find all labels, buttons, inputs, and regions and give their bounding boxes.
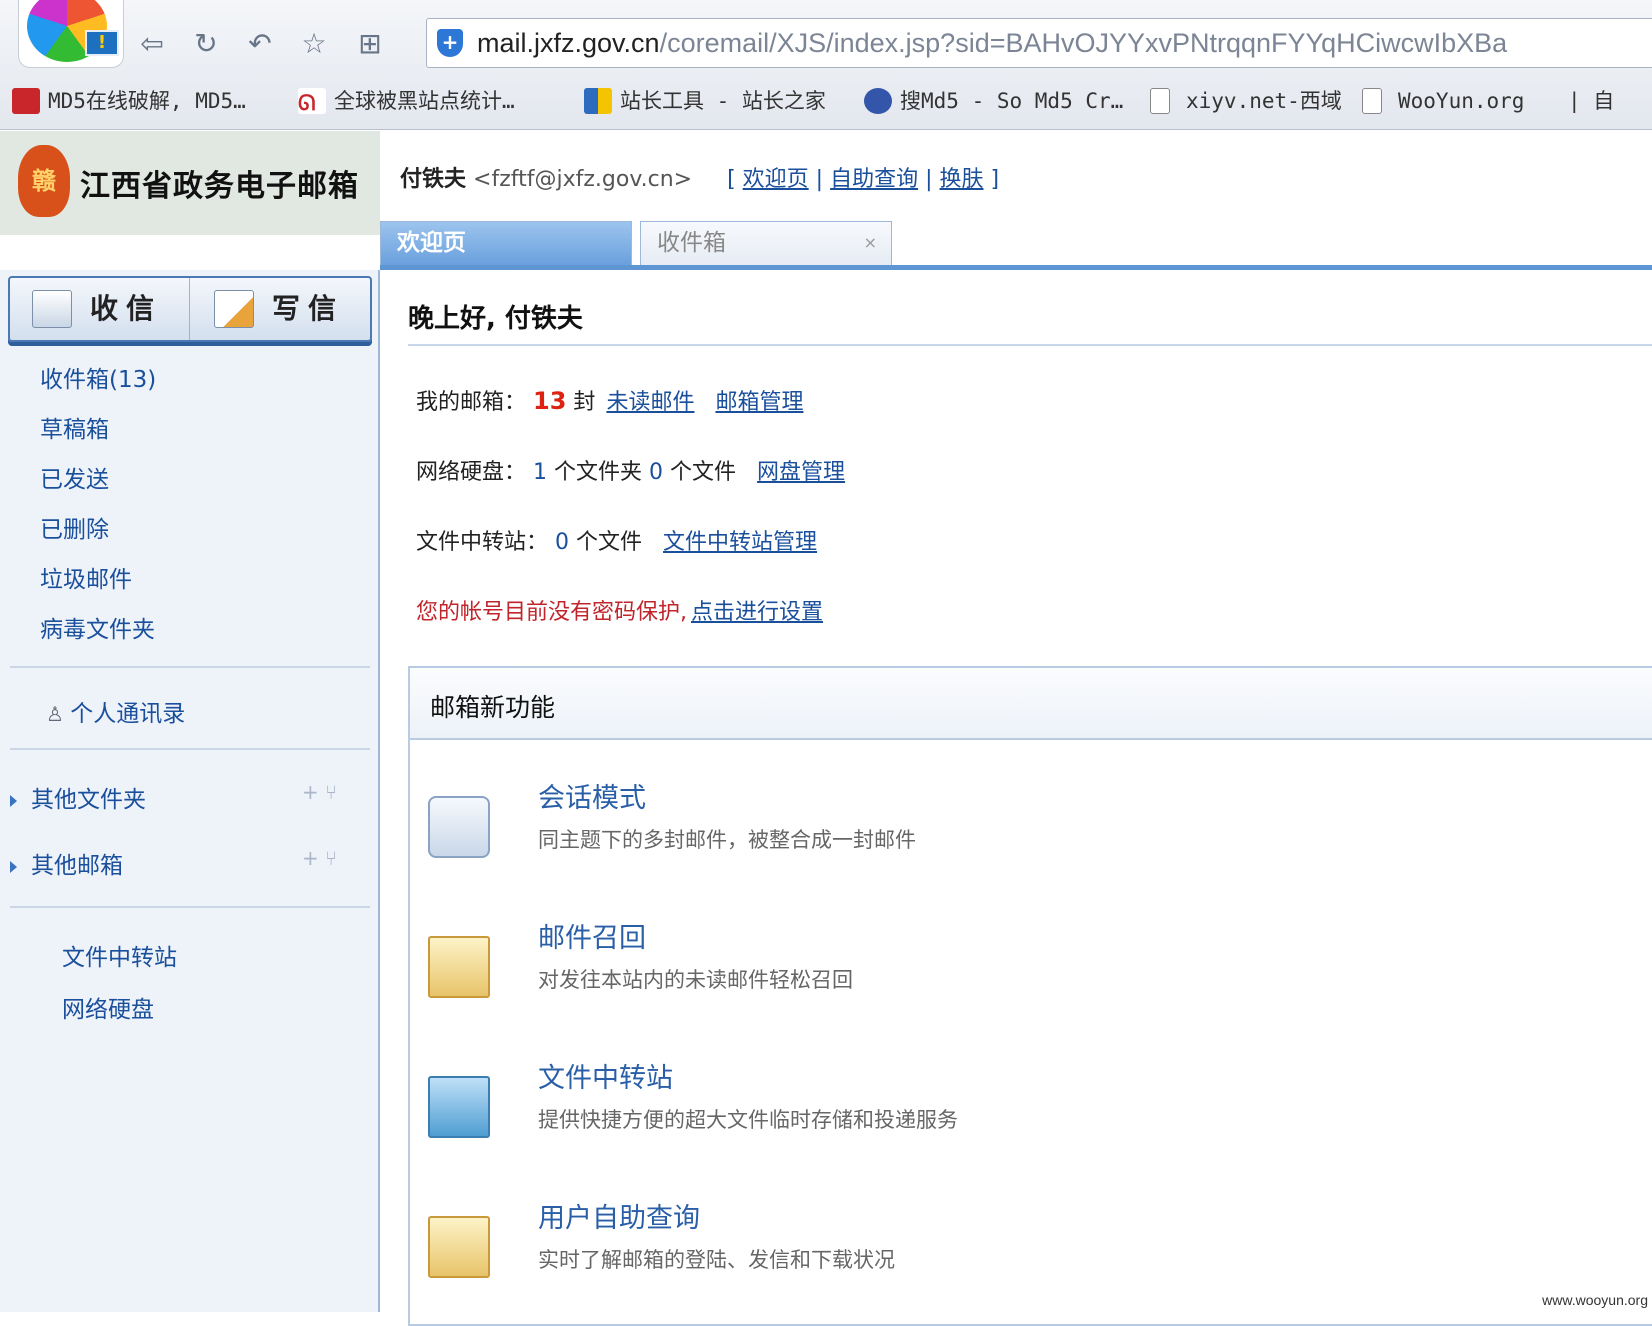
greeting: 晚上好, 付铁夫 xyxy=(408,298,583,335)
download-icon xyxy=(32,290,72,328)
skin-link[interactable]: 换肤 xyxy=(940,167,984,192)
bookmark-chinaz[interactable]: 站长工具 - 站长之家 xyxy=(584,86,826,116)
new-features-title: 邮箱新功能 xyxy=(430,688,555,724)
shield-icon: + xyxy=(437,29,463,57)
browser-toolbar: ! ⇦ ↻ ↶ ☆ ⊞ + mail.jxfz.gov.cn/coremail/… xyxy=(0,0,1652,130)
bookmark-md5[interactable]: MD5在线破解, MD5… xyxy=(12,86,246,116)
feature-conversation[interactable]: 会话模式 同主题下的多封邮件，被整合成一封邮件 xyxy=(428,776,1528,886)
expand-icon xyxy=(10,861,17,873)
folder-virus[interactable]: 病毒文件夹 xyxy=(40,610,155,644)
feature-self-query[interactable]: 用户自助查询 实时了解邮箱的登陆、发信和下载状况 xyxy=(428,1196,1528,1306)
self-query-link[interactable]: 自助查询 xyxy=(830,167,918,192)
group-other-mailboxes[interactable]: 其他邮箱 xyxy=(10,846,123,880)
close-icon[interactable]: × xyxy=(864,222,877,264)
chat-bubbles-icon xyxy=(428,796,490,858)
new-features-header: 邮箱新功能 xyxy=(410,668,1652,740)
security-warning: 您的帐号目前没有密码保护,点击进行设置 xyxy=(416,594,823,626)
disk-info: 网络硬盘： 1 个文件夹 0 个文件 网盘管理 xyxy=(416,454,845,486)
refresh-icon[interactable]: ↻ xyxy=(188,26,224,62)
user-email: <fzftf@jxfz.gov.cn> xyxy=(473,167,692,192)
feature-recall[interactable]: 邮件召回 对发往本站内的未读邮件轻松召回 xyxy=(428,916,1528,1026)
md5-icon xyxy=(12,88,40,114)
watermark: www.wooyun.org xyxy=(1542,1292,1648,1308)
brand-name: 江西省政务电子邮箱 xyxy=(80,161,359,205)
bookmark-somd5[interactable]: 搜Md5 - So Md5 Cr… xyxy=(864,86,1123,116)
brand-area: 赣 江西省政务电子邮箱 xyxy=(0,131,380,235)
mailbox-info: 我的邮箱： 13 封 未读邮件 邮箱管理 xyxy=(416,384,803,416)
folder-sent[interactable]: 已发送 xyxy=(40,460,109,494)
star-icon[interactable]: ☆ xyxy=(296,26,332,62)
bookmarks-bar: MD5在线破解, MD5… ᘏ全球被黑站点统计… 站长工具 - 站长之家 搜Md… xyxy=(0,80,1652,124)
folder-spam[interactable]: 垃圾邮件 xyxy=(40,560,132,594)
tab-bar: 欢迎页 收件箱× xyxy=(380,221,1652,270)
dragon-icon: ᘏ xyxy=(298,88,326,114)
user-info: 付铁夫 <fzftf@jxfz.gov.cn> [ 欢迎页 | 自助查询 | 换… xyxy=(400,161,999,193)
bookmark-xiyv[interactable]: xiyv.net-西域 xyxy=(1150,86,1342,116)
divider xyxy=(10,906,370,908)
bookmark-overflow[interactable]: | 自 xyxy=(1568,86,1614,116)
receive-button[interactable]: 收信 xyxy=(10,278,190,340)
group-other-folders[interactable]: 其他文件夹 xyxy=(10,780,146,814)
bookmark-hacked-stats[interactable]: ᘏ全球被黑站点统计… xyxy=(298,86,515,116)
page-icon xyxy=(1362,88,1382,114)
divider xyxy=(408,344,1652,346)
header-links: [ 欢迎页 | 自助查询 | 换肤 ] xyxy=(727,167,999,192)
welcome-panel: 晚上好, 付铁夫 我的邮箱： 13 封 未读邮件 邮箱管理 网络硬盘： 1 个文… xyxy=(382,274,1652,1312)
address-bar[interactable]: + mail.jxfz.gov.cn/coremail/XJS/index.js… xyxy=(426,18,1652,68)
group-actions[interactable]: + ⑂ xyxy=(302,846,337,870)
mail-search-icon xyxy=(428,1216,490,1278)
emblem-icon: 赣 xyxy=(18,145,70,217)
tab-welcome[interactable]: 欢迎页 xyxy=(380,221,632,265)
divider xyxy=(10,666,370,668)
undo-icon[interactable]: ↶ xyxy=(242,26,278,62)
page-icon xyxy=(1150,88,1170,114)
grid-icon[interactable]: ⊞ xyxy=(352,26,388,62)
mail-recall-icon xyxy=(428,936,490,998)
contact-icon: ♙ xyxy=(46,702,70,726)
unread-count: 13 xyxy=(533,387,566,415)
write-button[interactable]: 写信 xyxy=(192,278,372,340)
folder-inbox[interactable]: 收件箱(13) xyxy=(40,360,156,394)
group-actions[interactable]: + ⑂ xyxy=(302,780,337,804)
action-buttons: 收信 写信 xyxy=(8,276,372,342)
new-features-panel: 邮箱新功能 会话模式 同主题下的多封邮件，被整合成一封邮件 邮件召回 对发往本站… xyxy=(408,666,1652,1326)
folder-transfer-icon xyxy=(428,1076,490,1138)
disk-manage-link[interactable]: 网盘管理 xyxy=(757,460,845,485)
divider xyxy=(10,748,370,750)
bookmark-wooyun[interactable]: WooYun.org xyxy=(1362,86,1524,116)
user-name: 付铁夫 xyxy=(400,167,466,192)
transfer-manage-link[interactable]: 文件中转站管理 xyxy=(663,530,817,555)
welcome-link[interactable]: 欢迎页 xyxy=(743,167,809,192)
chart-icon xyxy=(584,88,612,114)
transfer-info: 文件中转站： 0 个文件 文件中转站管理 xyxy=(416,524,817,556)
mailbox-manage-link[interactable]: 邮箱管理 xyxy=(715,390,803,415)
folder-drafts[interactable]: 草稿箱 xyxy=(40,410,109,444)
expand-icon xyxy=(10,795,17,807)
unread-mail-link[interactable]: 未读邮件 xyxy=(606,390,694,415)
url-text[interactable]: mail.jxfz.gov.cn/coremail/XJS/index.jsp?… xyxy=(477,28,1507,59)
contacts-link[interactable]: ♙ 个人通讯录 xyxy=(46,694,185,728)
tool-file-transfer[interactable]: 文件中转站 xyxy=(62,938,177,972)
tool-net-disk[interactable]: 网络硬盘 xyxy=(62,990,154,1024)
feature-file-transfer[interactable]: 文件中转站 提供快捷方便的超大文件临时存储和投递服务 xyxy=(428,1056,1528,1166)
edit-icon xyxy=(214,290,254,328)
sidebar: 收信 写信 收件箱(13) 草稿箱 已发送 已删除 垃圾邮件 病毒文件夹 ♙ 个… xyxy=(0,270,380,1312)
browser-logo-icon[interactable]: ! xyxy=(18,0,124,68)
password-setup-link[interactable]: 点击进行设置 xyxy=(691,600,823,625)
news-icon xyxy=(864,88,892,114)
folder-deleted[interactable]: 已删除 xyxy=(40,510,109,544)
back-icon[interactable]: ⇦ xyxy=(134,26,170,62)
mail-header: 赣 江西省政务电子邮箱 付铁夫 <fzftf@jxfz.gov.cn> [ 欢迎… xyxy=(0,131,1652,270)
tab-inbox[interactable]: 收件箱× xyxy=(640,221,892,265)
